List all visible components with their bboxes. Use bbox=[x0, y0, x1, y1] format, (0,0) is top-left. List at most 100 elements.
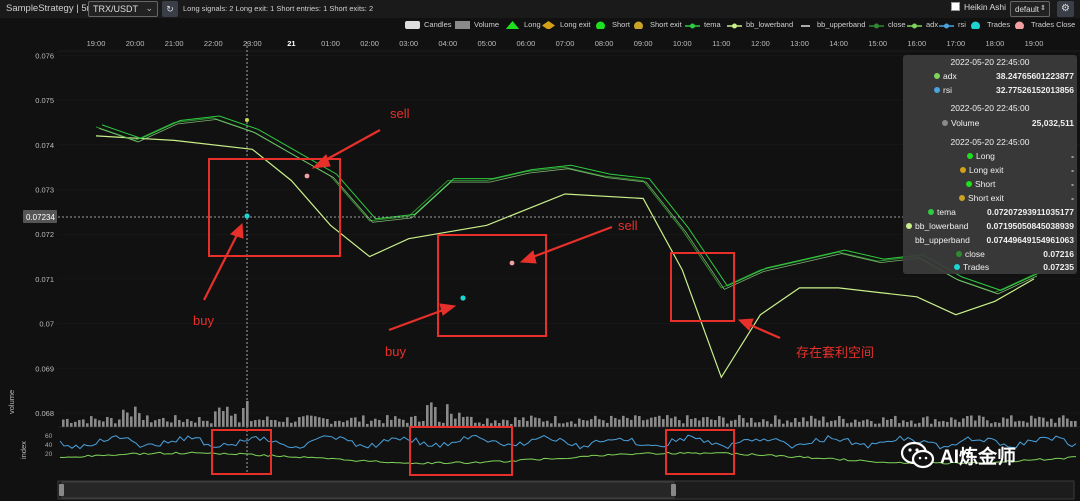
tooltip-row-bb-upperband: bb_upperband 0.07449649154961063 bbox=[903, 234, 1077, 246]
volume-bar bbox=[742, 418, 745, 427]
current-price-label: 0.07234 bbox=[26, 213, 55, 222]
x-tick-label: 19:00 bbox=[87, 39, 106, 48]
line-swatch-icon bbox=[869, 23, 884, 29]
volume-bar bbox=[454, 418, 457, 427]
annotation-sell-1: sell bbox=[390, 106, 410, 121]
volume-bar bbox=[522, 417, 525, 427]
volume-bar bbox=[270, 419, 273, 427]
volume-bar bbox=[974, 420, 977, 427]
volume-bar bbox=[302, 416, 305, 427]
y-tick-label: 0.07 bbox=[39, 320, 54, 329]
volume-bar bbox=[158, 419, 161, 427]
volume-bar bbox=[162, 417, 165, 427]
volume-bar bbox=[486, 418, 489, 427]
trade-close-marker[interactable] bbox=[509, 260, 515, 266]
volume-bar bbox=[926, 416, 929, 427]
volume-bar bbox=[310, 415, 313, 427]
volume-bar bbox=[782, 423, 785, 427]
volume-bar bbox=[314, 416, 317, 427]
volume-bar bbox=[1046, 421, 1049, 427]
pair-select-value: TRX/USDT bbox=[93, 4, 138, 14]
tooltip-row-bb-lowerband: bb_lowerband 0.07195050845038939 bbox=[903, 220, 1077, 232]
volume-bar bbox=[1022, 421, 1025, 427]
zoom-handle-right[interactable] bbox=[671, 484, 676, 496]
volume-bar bbox=[1070, 420, 1073, 427]
volume-bar bbox=[346, 420, 349, 427]
tooltip-name: Short bbox=[975, 179, 996, 189]
volume-bar bbox=[706, 416, 709, 427]
volume-bar bbox=[258, 419, 261, 427]
layout-select[interactable]: default ⇕ bbox=[1010, 1, 1050, 17]
signal-marker[interactable] bbox=[245, 118, 249, 122]
volume-bar bbox=[730, 420, 733, 427]
x-tick-label: 09:00 bbox=[634, 39, 653, 48]
volume-bar bbox=[714, 420, 717, 427]
volume-bar bbox=[1002, 417, 1005, 427]
x-tick-label: 12:00 bbox=[751, 39, 770, 48]
volume-bar bbox=[666, 415, 669, 427]
volume-bar bbox=[130, 416, 133, 427]
volume-bar bbox=[682, 423, 685, 427]
tooltip-value: 0.07195050845038939 bbox=[986, 221, 1074, 231]
volume-bar bbox=[222, 411, 225, 427]
volume-bar bbox=[402, 419, 405, 427]
volume-bar bbox=[806, 421, 809, 427]
tooltip-name: bb_upperband bbox=[915, 235, 970, 245]
trade-close-marker[interactable] bbox=[304, 173, 310, 179]
volume-bar bbox=[866, 419, 869, 427]
volume-bar bbox=[574, 423, 577, 427]
x-tick-label: 20:00 bbox=[126, 39, 145, 48]
volume-bar bbox=[814, 418, 817, 427]
trade-open-marker[interactable] bbox=[244, 213, 250, 219]
settings-button[interactable]: ⚙ bbox=[1057, 1, 1074, 17]
gear-icon: ⚙ bbox=[1061, 3, 1070, 14]
volume-bar bbox=[366, 423, 369, 427]
tooltip-value: - bbox=[1071, 151, 1074, 161]
volume-bar bbox=[1062, 415, 1065, 427]
refresh-button[interactable]: ↻ bbox=[162, 1, 178, 17]
volume-bar bbox=[502, 419, 505, 427]
close-dot-icon bbox=[956, 251, 962, 257]
volume-bar bbox=[586, 420, 589, 427]
volume-bar bbox=[734, 419, 737, 427]
x-tick-label: 23:00 bbox=[243, 39, 262, 48]
pair-select[interactable]: TRX/USDT ⌄ bbox=[88, 1, 158, 17]
volume-bar bbox=[254, 420, 257, 427]
trade-open-marker[interactable] bbox=[460, 295, 466, 301]
heikin-ashi-checkbox[interactable] bbox=[951, 2, 960, 11]
volume-bar bbox=[858, 421, 861, 427]
zoom-handle-left[interactable] bbox=[59, 484, 64, 496]
x-tick-label: 21:00 bbox=[165, 39, 184, 48]
volume-bar bbox=[186, 419, 189, 427]
volume-bar bbox=[622, 415, 625, 427]
volume-bar bbox=[194, 422, 197, 427]
tooltip-row-short: Short - bbox=[903, 178, 1077, 190]
volume-bar bbox=[334, 421, 337, 427]
volume-bar bbox=[958, 421, 961, 427]
volume-bar bbox=[754, 422, 757, 427]
volume-bar bbox=[550, 423, 553, 427]
volume-bar bbox=[918, 422, 921, 427]
volume-bar bbox=[426, 405, 429, 427]
wechat-icon bbox=[900, 441, 935, 469]
y-tick-label: 0.076 bbox=[35, 51, 54, 60]
volume-bar bbox=[282, 421, 285, 427]
tooltip-row-tema: tema 0.07207293911035177 bbox=[903, 206, 1077, 218]
volume-bar bbox=[74, 421, 77, 427]
volume-bar bbox=[654, 416, 657, 427]
volume-bar bbox=[986, 420, 989, 427]
volume-bar bbox=[118, 419, 121, 427]
volume-bar bbox=[686, 415, 689, 427]
zoom-slider-window[interactable] bbox=[61, 481, 675, 499]
volume-bar bbox=[590, 419, 593, 427]
volume-bar bbox=[394, 416, 397, 427]
volume-bar bbox=[990, 423, 993, 427]
volume-bar bbox=[198, 417, 201, 427]
volume-bar bbox=[102, 421, 105, 427]
volume-bar bbox=[874, 423, 877, 427]
volume-bar bbox=[266, 416, 269, 427]
bb-lowerband-dot-icon bbox=[906, 223, 912, 229]
x-tick-label: 11:00 bbox=[712, 39, 730, 48]
heikin-ashi-toggle[interactable]: Heikin Ashi bbox=[951, 2, 1006, 12]
volume-bar bbox=[306, 415, 309, 427]
